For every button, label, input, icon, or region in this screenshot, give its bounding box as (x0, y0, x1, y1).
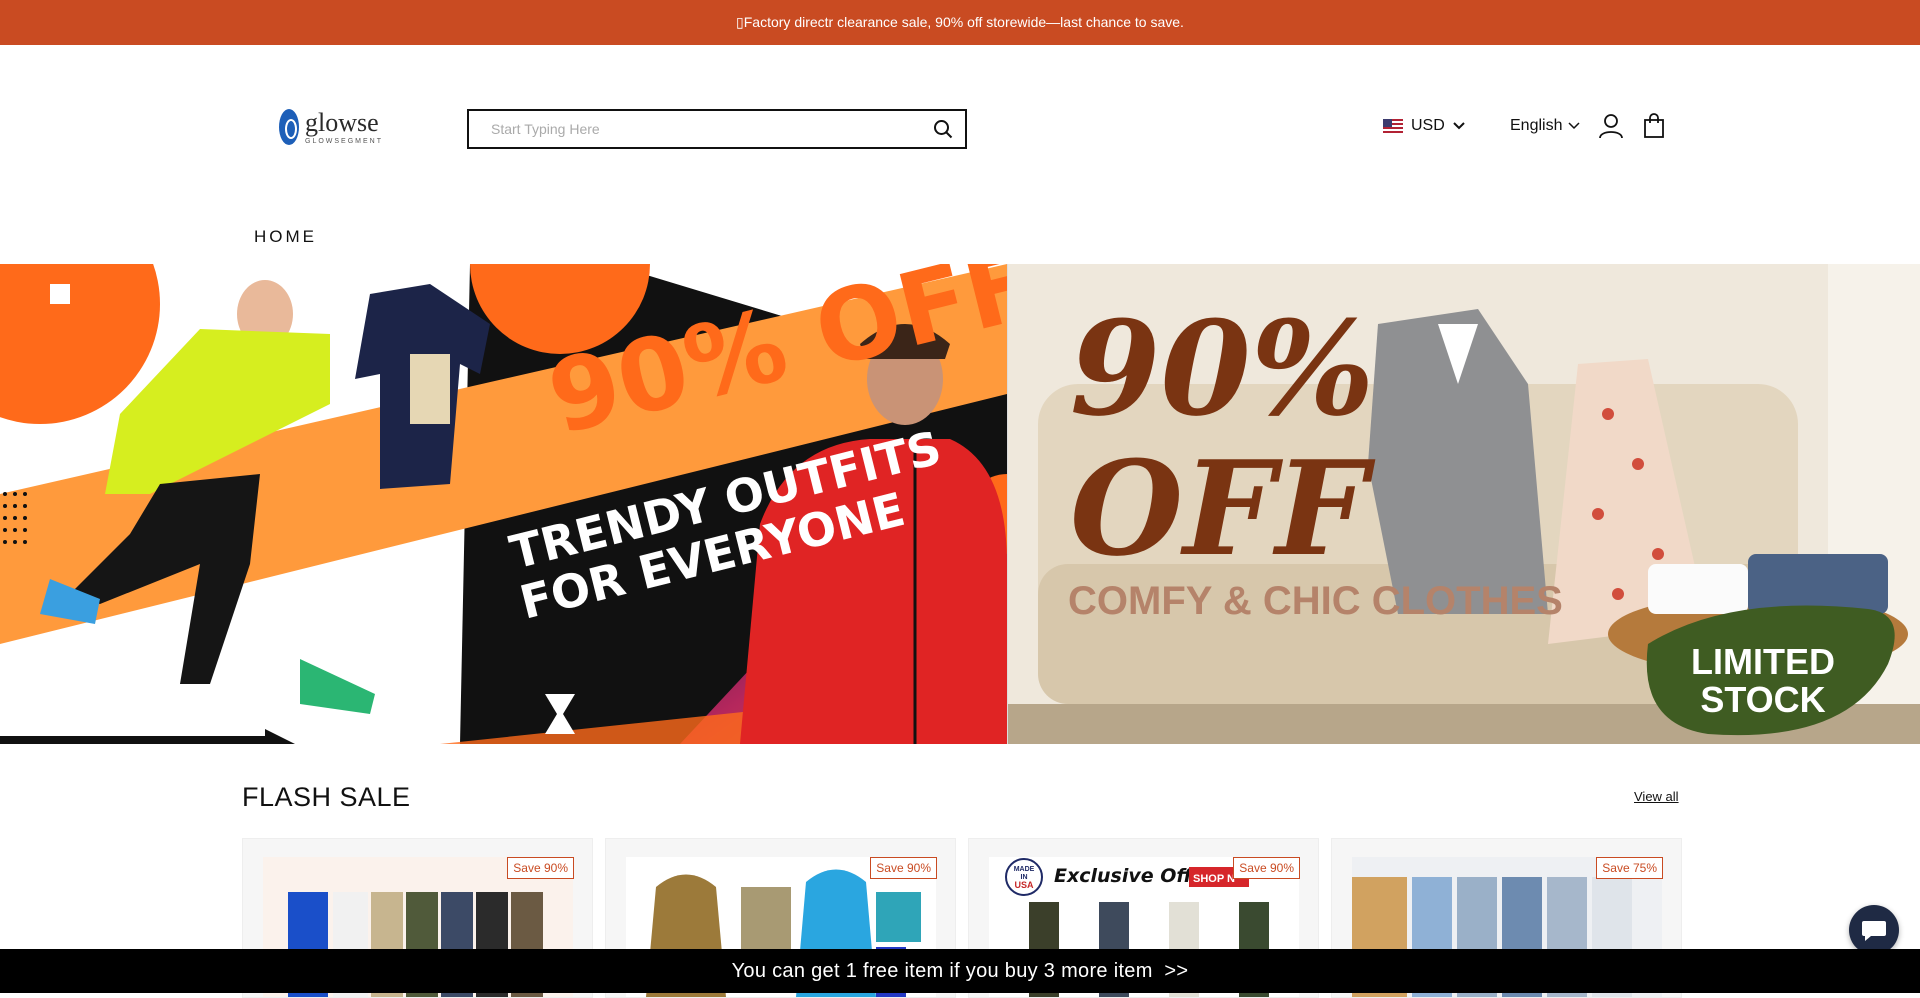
save-badge: Save 90% (507, 857, 574, 879)
save-badge: Save 75% (1596, 857, 1663, 879)
site-header: glowse GLOWSEGMENT USD English HOME (0, 45, 1920, 265)
chevron-down-icon (1453, 122, 1465, 130)
view-all-link[interactable]: View all (1634, 789, 1679, 804)
chat-button[interactable] (1849, 905, 1899, 955)
logo-name: glowse (305, 107, 379, 137)
announcement-bar: ▯Factory directr clearance sale, 90% off… (0, 0, 1920, 45)
hero-slide2-subline: COMFY & CHIC CLOTHES (1068, 579, 1563, 623)
nav-item-home[interactable]: HOME (254, 227, 317, 246)
currency-label: USD (1411, 117, 1445, 134)
logo-subtitle: GLOWSEGMENT (305, 137, 384, 145)
usa-seal-bottom: USA (1014, 880, 1034, 890)
chat-icon (1862, 921, 1886, 941)
hero-slide2-badge1: LIMITED (1691, 641, 1835, 682)
promo-bottom-text: You can get 1 free item if you buy 3 mor… (731, 959, 1189, 982)
language-label: English (1510, 117, 1563, 134)
hero-slide2-headline2: OFF (1070, 432, 1376, 585)
hero-slide-trendy[interactable]: 90% OFF TRENDY OUTFITS FOR EVERYONE (0, 264, 1007, 744)
search-button[interactable] (921, 111, 965, 147)
logo-icon (279, 109, 299, 145)
search-box (467, 109, 967, 149)
save-badge: Save 90% (870, 857, 937, 879)
hero-slide2-badge2: STOCK (1700, 679, 1825, 720)
currency-selector[interactable]: USD (1383, 117, 1465, 135)
cart-button[interactable] (1643, 113, 1665, 144)
usa-seal-top: MADE (1014, 866, 1035, 873)
user-icon (1599, 114, 1623, 139)
announcement-text: ▯Factory directr clearance sale, 90% off… (736, 14, 1184, 30)
search-input[interactable] (469, 111, 921, 147)
shopping-bag-icon (1644, 113, 1664, 138)
hero-slide-trendy-art: 90% OFF TRENDY OUTFITS FOR EVERYONE (0, 264, 1007, 744)
account-button[interactable] (1598, 113, 1624, 144)
us-flag-icon (1383, 119, 1403, 133)
hero-slide-comfy[interactable]: 90% OFF COMFY & CHIC CLOTHES LIMITED STO… (1007, 264, 1920, 744)
promo-bottom-bar[interactable]: You can get 1 free item if you buy 3 mor… (0, 949, 1920, 993)
hero-slide-comfy-art: 90% OFF COMFY & CHIC CLOTHES LIMITED STO… (1008, 264, 1920, 744)
language-selector[interactable]: English (1510, 117, 1581, 135)
save-badge: Save 90% (1233, 857, 1300, 879)
hero-slide2-headline1: 90% (1070, 292, 1374, 445)
hero-carousel: 90% OFF TRENDY OUTFITS FOR EVERYONE 90% … (0, 264, 1920, 744)
main-nav: HOME (254, 227, 317, 247)
shop-now-tag: SHOP N (1193, 873, 1235, 885)
search-icon (934, 120, 953, 139)
flash-sale-title: FLASH SALE (242, 782, 411, 812)
chevron-down-icon (1568, 122, 1581, 130)
logo[interactable]: glowse GLOWSEGMENT (279, 109, 383, 145)
